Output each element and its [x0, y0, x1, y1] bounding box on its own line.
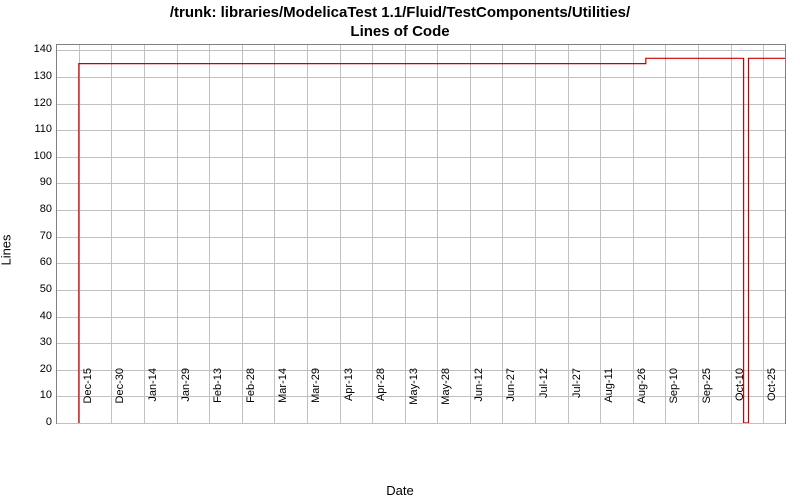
- y-tick-label: 110: [7, 123, 52, 135]
- data-series-line: [57, 45, 785, 423]
- y-tick-label: 90: [7, 176, 52, 188]
- y-tick-label: 100: [7, 150, 52, 162]
- y-tick-label: 120: [7, 97, 52, 109]
- y-tick-label: 30: [7, 336, 52, 348]
- y-tick-label: 0: [7, 416, 52, 428]
- y-tick-label: 40: [7, 310, 52, 322]
- title-line-2: Lines of Code: [350, 23, 449, 40]
- x-axis-label: Date: [0, 483, 800, 498]
- y-tick-label: 20: [7, 363, 52, 375]
- y-tick-label: 10: [7, 389, 52, 401]
- title-line-1: /trunk: libraries/ModelicaTest 1.1/Fluid…: [170, 4, 630, 21]
- chart-container: /trunk: libraries/ModelicaTest 1.1/Fluid…: [0, 0, 800, 500]
- plot-area: [56, 44, 786, 424]
- y-tick-label: 50: [7, 283, 52, 295]
- y-tick-label: 80: [7, 203, 52, 215]
- y-tick-label: 60: [7, 256, 52, 268]
- y-tick-label: 70: [7, 230, 52, 242]
- chart-title: /trunk: libraries/ModelicaTest 1.1/Fluid…: [0, 4, 800, 42]
- y-tick-label: 130: [7, 70, 52, 82]
- y-tick-label: 140: [7, 43, 52, 55]
